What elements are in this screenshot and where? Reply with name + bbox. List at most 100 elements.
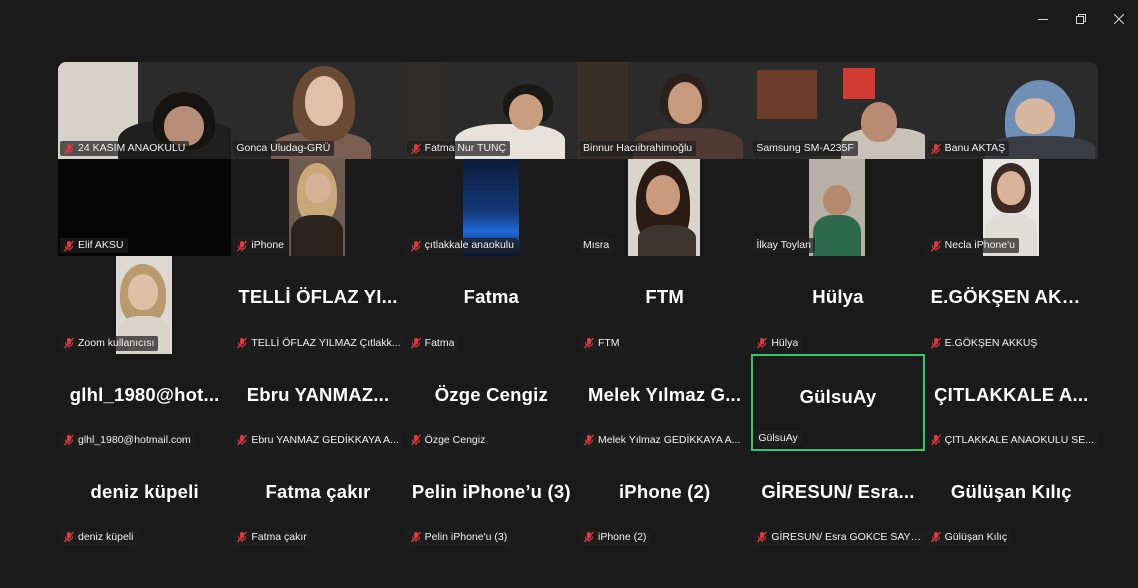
- participant-tile[interactable]: Fatma Fatma: [404, 256, 578, 354]
- muted-microphone-icon: [757, 532, 768, 543]
- participant-display-name: Hülya: [812, 286, 864, 308]
- restore-icon: [1076, 14, 1086, 24]
- participant-name-text: Fatma Nur TUNÇ: [424, 142, 507, 155]
- participant-name-label: Gonca Uludag-GRÜ: [233, 141, 335, 157]
- participant-display-name: Ebru YANMAZ...: [246, 383, 390, 405]
- participant-name-label: E.GÖKŞEN AKKUŞ: [926, 335, 1042, 351]
- participant-name-text: 24 KASIM ANAOKULU: [78, 142, 186, 155]
- participant-name-text: Özge Cengiz: [424, 433, 486, 446]
- participant-tile[interactable]: Banu AKTAŞ: [924, 62, 1098, 160]
- participant-name-text: Samsung SM-A235F: [756, 142, 854, 155]
- participant-tile[interactable]: Necla iPhone'u: [924, 159, 1098, 257]
- muted-microphone-icon: [930, 240, 941, 252]
- muted-microphone-icon: [757, 337, 768, 349]
- muted-microphone-icon: [410, 434, 421, 446]
- participant-tile[interactable]: Binnur Hacıibrahimoğlu: [577, 62, 752, 160]
- participant-name-text: Mısra: [582, 239, 610, 252]
- participant-tile[interactable]: Fatma Nur TUNÇ: [404, 62, 578, 160]
- participant-tile[interactable]: ÇITLAKKALE A... ÇITLAKKALE ANAOKULU SE...: [924, 353, 1098, 451]
- participant-tile[interactable]: TELLİ ÖFLAZ YI... TELLİ ÖFLAZ YILMAZ Çıtl…: [231, 256, 405, 354]
- participant-tile[interactable]: iPhone: [231, 159, 405, 257]
- participant-display-name: glhl_1980@hot...: [69, 383, 220, 405]
- participant-tile[interactable]: deniz küpeli deniz küpeli: [58, 450, 232, 548]
- participant-name-text: Banu AKTAŞ: [944, 142, 1006, 155]
- participant-name-label: Banu AKTAŞ: [926, 141, 1010, 157]
- participant-name-label: Melek Yılmaz GEDİKKAYA A...: [579, 432, 745, 448]
- muted-microphone-icon: [584, 532, 594, 543]
- participant-display-name: Melek Yılmaz G...: [588, 383, 742, 405]
- participant-tile[interactable]: çıtlakkale anaokulu: [404, 159, 578, 257]
- participant-display-name: Gülüşan Kılıç: [950, 480, 1072, 502]
- participant-tile[interactable]: Gülüşan Kılıç Gülüşan Kılıç: [924, 450, 1098, 548]
- muted-microphone-icon: [410, 143, 421, 155]
- minimize-button[interactable]: [1024, 6, 1062, 32]
- participant-name-label: FTM: [579, 335, 624, 351]
- participant-name-text: GülsuAy: [758, 431, 798, 444]
- participant-name-label: Gülüşan Kılıç: [926, 529, 1012, 545]
- participant-display-name: Fatma çakır: [265, 480, 371, 502]
- muted-microphone-icon: [930, 143, 941, 155]
- participant-tile[interactable]: Samsung SM-A235F: [751, 62, 925, 160]
- muted-microphone-icon: [410, 240, 421, 252]
- participant-name-text: Binnur Hacıibrahimoğlu: [582, 142, 693, 155]
- participant-tile[interactable]: Zoom kullanıcısı: [58, 256, 232, 354]
- muted-microphone-icon: [930, 434, 941, 446]
- participant-display-name: TELLİ ÖFLAZ YI...: [238, 286, 398, 308]
- muted-microphone-icon: [64, 143, 74, 155]
- muted-microphone-icon: [410, 532, 421, 543]
- participant-tile[interactable]: GİRESUN/ Esra... GİRESUN/ Esra GOKCE SAYG…: [751, 450, 925, 548]
- participant-name-text: GİRESUN/ Esra GOKCE SAYG...: [771, 530, 924, 543]
- participant-display-name: Özge Cengiz: [434, 383, 548, 405]
- muted-microphone-icon: [237, 434, 248, 446]
- participant-tile[interactable]: Fatma çakır Fatma çakır: [231, 450, 405, 548]
- participant-name-label: Elif AKSU: [60, 238, 128, 254]
- participant-tile-active-speaker[interactable]: GülsuAy GülsuAy: [751, 353, 925, 451]
- participant-tile[interactable]: iPhone (2) iPhone (2): [577, 450, 752, 548]
- participant-tile[interactable]: glhl_1980@hot... glhl_1980@hotmail.com: [58, 353, 232, 451]
- muted-microphone-icon: [64, 532, 74, 543]
- participant-name-text: deniz küpeli: [78, 530, 134, 543]
- minimize-icon: [1038, 19, 1048, 20]
- participant-name-label: Binnur Hacıibrahimoğlu: [579, 141, 697, 157]
- participant-tile[interactable]: FTM FTM: [577, 256, 752, 354]
- participant-tile[interactable]: İlkay Toylan: [751, 159, 925, 257]
- participant-display-name: Fatma: [463, 286, 520, 308]
- participant-name-label: Pelin iPhone'u (3): [406, 529, 512, 545]
- participant-tile[interactable]: Hülya Hülya: [751, 256, 925, 354]
- muted-microphone-icon: [584, 337, 594, 349]
- participant-tile[interactable]: Özge Cengiz Özge Cengiz: [404, 353, 578, 451]
- close-button[interactable]: [1100, 6, 1138, 32]
- participant-name-text: Gonca Uludag-GRÜ: [236, 142, 331, 155]
- participant-tile[interactable]: 24 KASIM ANAOKULU: [58, 62, 232, 160]
- muted-microphone-icon: [930, 532, 941, 543]
- muted-microphone-icon: [237, 337, 248, 349]
- participant-name-text: iPhone: [251, 239, 285, 252]
- participant-tile[interactable]: Melek Yılmaz G... Melek Yılmaz GEDİKKAYA …: [577, 353, 752, 451]
- window-controls: [1024, 6, 1138, 32]
- participant-tile[interactable]: Mısra: [577, 159, 752, 257]
- muted-microphone-icon: [64, 337, 74, 349]
- restore-button[interactable]: [1062, 6, 1100, 32]
- participant-tile[interactable]: Elif AKSU: [58, 159, 232, 257]
- participant-name-label: Hülya: [753, 335, 803, 351]
- participant-display-name: deniz küpeli: [90, 480, 199, 502]
- participant-tile[interactable]: Gonca Uludag-GRÜ: [231, 62, 405, 160]
- participant-tile[interactable]: E.GÖKŞEN AKKUŞ E.GÖKŞEN AKKUŞ: [924, 256, 1098, 354]
- participant-display-name: ÇITLAKKALE A...: [934, 383, 1089, 405]
- participant-name-text: çıtlakkale anaokulu: [424, 239, 514, 252]
- muted-microphone-icon: [237, 532, 248, 543]
- participant-tile[interactable]: Pelin iPhone’u (3) Pelin iPhone'u (3): [404, 450, 578, 548]
- muted-microphone-icon: [930, 337, 941, 349]
- participant-name-label: TELLİ ÖFLAZ YILMAZ Çıtlakk...: [233, 335, 405, 351]
- participant-name-label: Ebru YANMAZ GEDİKKAYA A...: [233, 432, 403, 448]
- participant-name-label: glhl_1980@hotmail.com: [60, 432, 195, 448]
- participant-name-text: iPhone (2): [597, 530, 647, 543]
- muted-microphone-icon: [584, 434, 594, 446]
- close-icon: [1114, 14, 1124, 24]
- muted-microphone-icon: [410, 337, 421, 349]
- participant-name-label: Fatma Nur TUNÇ: [406, 141, 511, 157]
- participant-display-name: GİRESUN/ Esra...: [761, 480, 915, 502]
- participant-name-label: GülsuAy: [755, 430, 802, 446]
- participant-tile[interactable]: Ebru YANMAZ... Ebru YANMAZ GEDİKKAYA A...: [231, 353, 405, 451]
- muted-microphone-icon: [237, 240, 248, 252]
